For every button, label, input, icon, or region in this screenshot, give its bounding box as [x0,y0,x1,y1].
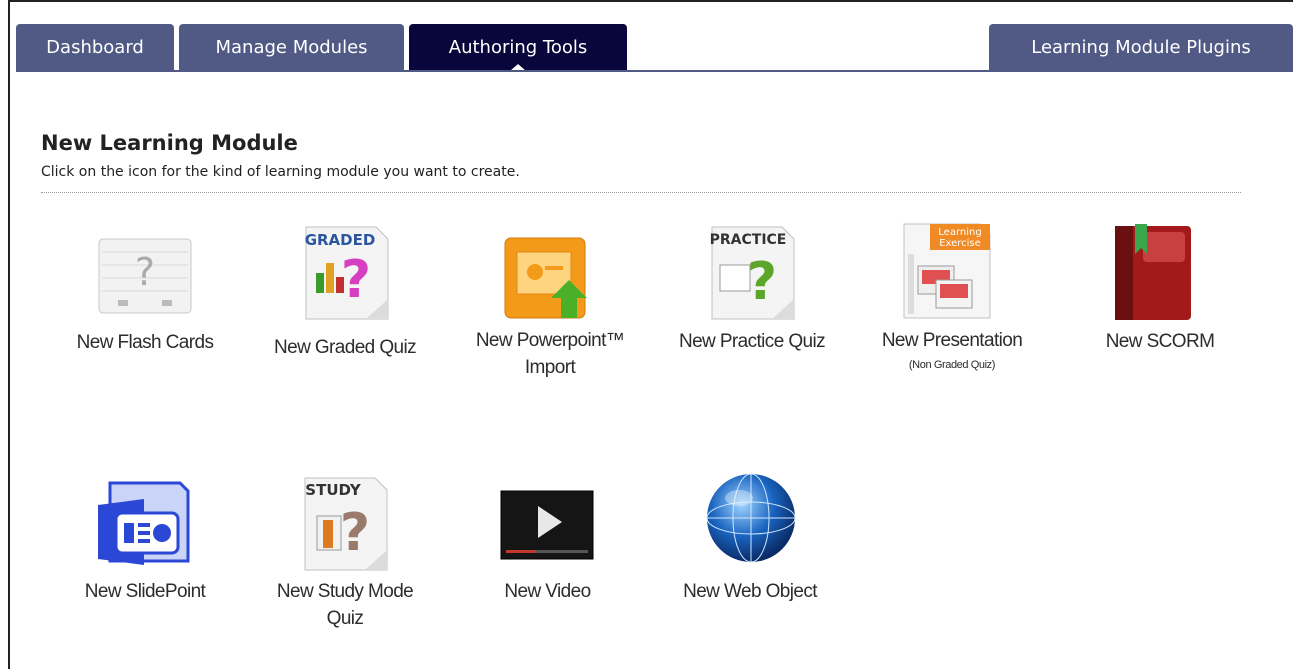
presentation-sublabel: (Non Graded Quiz) [908,359,996,371]
flash-cards-label: New Flash Cards [76,332,214,353]
tab-manage-modules[interactable]: Manage Modules [179,24,404,71]
scorm-book-icon [1115,224,1191,320]
module-practice-quiz[interactable]: PRACTICE ? New Practice Quiz [662,225,842,365]
presentation-icon: Learning Exercise [903,223,991,319]
globe-icon [706,473,796,563]
study-text: STUDY [305,481,362,499]
graded-question-glyph: ? [341,250,371,310]
web-object-label: New Web Object [683,581,817,602]
tab-plugins-label: Learning Module Plugins [1031,37,1251,58]
study-quiz-icon: STUDY ? [304,477,388,571]
practice-text: PRACTICE [710,232,786,248]
module-scorm[interactable]: New SCORM [1075,222,1245,362]
graded-quiz-label: New Graded Quiz [273,337,417,358]
graded-text: GRADED [305,231,376,249]
flash-cards-question-glyph: ? [135,250,155,294]
study-quiz-label-line1: New Study Mode [276,581,414,602]
tab-manage-modules-label: Manage Modules [215,37,368,58]
tab-bar-underline [16,70,1293,72]
practice-question-glyph: ? [747,252,777,312]
tab-learning-module-plugins[interactable]: Learning Module Plugins [989,24,1293,71]
graded-quiz-icon: GRADED ? [305,226,389,320]
video-play-icon [500,490,594,560]
presentation-label: New Presentation [881,330,1023,351]
learning-text: Learning [938,227,981,238]
tab-authoring-tools[interactable]: Authoring Tools [409,24,627,71]
practice-quiz-label: New Practice Quiz [678,331,826,352]
tab-dashboard[interactable]: Dashboard [16,24,174,71]
study-question-glyph: ? [340,503,370,563]
slidepoint-label: New SlidePoint [84,581,206,602]
module-flash-cards[interactable]: ? New Flash Cards [60,230,230,360]
module-video[interactable]: New Video [465,488,630,618]
tab-dashboard-label: Dashboard [46,37,144,58]
module-presentation[interactable]: Learning Exercise New Presentation (Non … [862,222,1042,377]
tab-authoring-tools-label: Authoring Tools [448,37,588,58]
powerpoint-import-icon [504,237,587,319]
section-title: New Learning Module [41,131,298,155]
slidepoint-icon [98,481,190,565]
study-quiz-label-line2: Quiz [326,608,364,629]
section-subtitle: Click on the icon for the kind of learni… [41,164,520,180]
module-powerpoint-import[interactable]: New Powerpoint™ Import [455,230,645,380]
video-label: New Video [504,581,591,602]
powerpoint-import-label-line1: New Powerpoint™ [475,330,625,351]
module-web-object[interactable]: New Web Object [665,472,835,618]
section-divider [41,192,1241,193]
module-study-quiz[interactable]: STUDY ? New Study Mode Quiz [255,476,435,636]
module-graded-quiz[interactable]: GRADED ? New Graded Quiz [260,225,430,365]
powerpoint-import-label-line2: Import [524,357,576,378]
flash-cards-icon: ? [98,238,192,314]
exercise-text: Exercise [939,238,981,249]
module-slidepoint[interactable]: New SlidePoint [60,475,230,615]
scorm-label: New SCORM [1105,331,1215,352]
practice-quiz-icon: PRACTICE ? [710,226,795,320]
